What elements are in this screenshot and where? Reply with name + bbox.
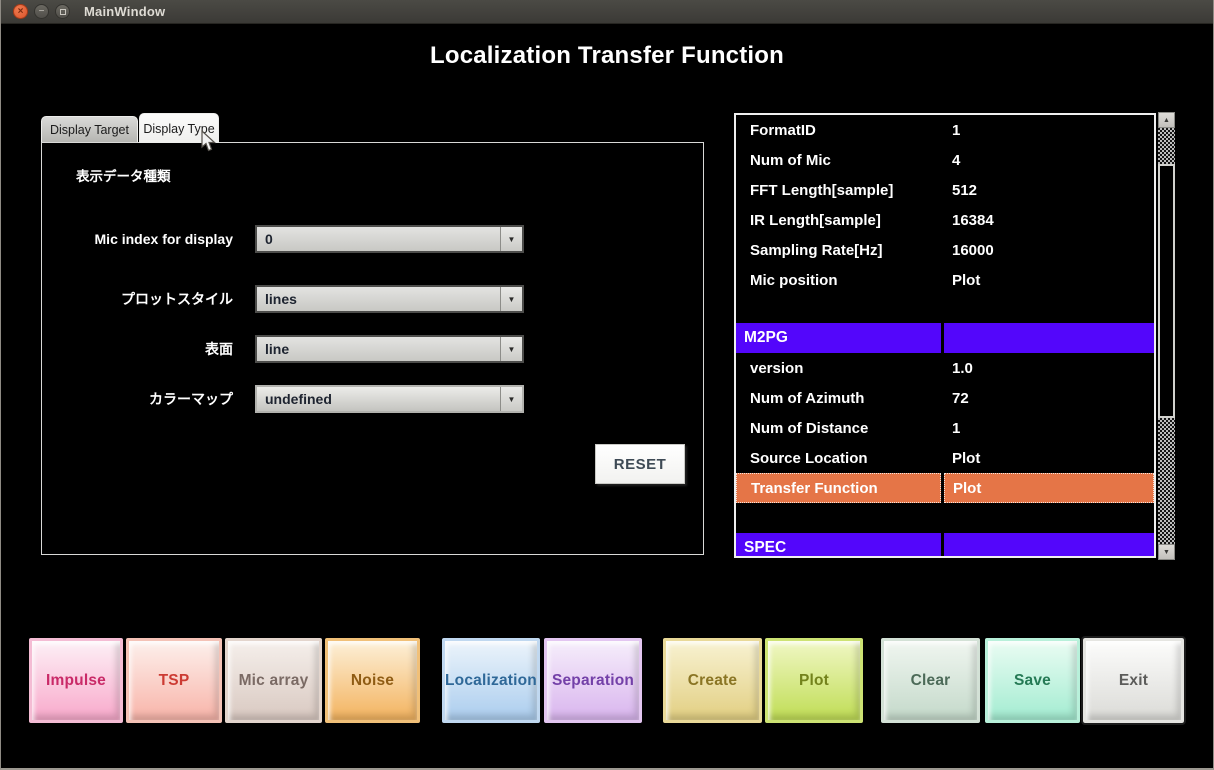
table-row[interactable]: IR Length[sample]16384 [736, 205, 1154, 235]
table-row[interactable]: Num of Azimuth72 [736, 383, 1154, 413]
form-row-mic-index: Mic index for display 0 ▼ [42, 225, 703, 253]
display-type-panel: 表示データ種類 Mic index for display 0 ▼ プロットスタ… [41, 142, 704, 555]
chevron-down-icon: ▼ [508, 395, 516, 404]
row-label: Num of Mic [736, 145, 941, 175]
table-row[interactable]: Num of Mic4 [736, 145, 1154, 175]
row-label: Mic position [736, 265, 941, 295]
table-row[interactable]: Num of Distance1 [736, 413, 1154, 443]
table-row[interactable]: Sampling Rate[Hz]16000 [736, 235, 1154, 265]
localization-button[interactable]: Localization [442, 638, 540, 723]
triangle-up-icon: ▲ [1163, 117, 1170, 124]
form-row-colormap: カラーマップ undefined ▼ [42, 385, 703, 413]
maximize-button[interactable] [55, 4, 70, 19]
scroll-down-button[interactable]: ▼ [1158, 544, 1175, 560]
plot-style-label: プロットスタイル [121, 285, 233, 313]
table-scrollbar: ▲ ▼ [1158, 112, 1175, 560]
row-value: 16000 [944, 235, 1154, 265]
tsp-button[interactable]: TSP [126, 638, 222, 723]
triangle-down-icon: ▼ [1163, 549, 1170, 556]
table-row[interactable]: version1.0 [736, 353, 1154, 383]
surface-dropdown[interactable]: line ▼ [255, 335, 524, 363]
row-value: Plot [944, 265, 1154, 295]
chevron-down-icon: ▼ [508, 235, 516, 244]
maximize-icon [60, 9, 66, 15]
row-label: Num of Distance [736, 413, 941, 443]
separation-button[interactable]: Separation [544, 638, 642, 723]
form-row-surface: 表面 line ▼ [42, 335, 703, 363]
clear-button[interactable]: Clear [881, 638, 980, 723]
table-row[interactable]: FormatID1 [736, 115, 1154, 145]
reset-button[interactable]: RESET [595, 444, 685, 484]
scrollbar-thumb[interactable] [1158, 164, 1175, 418]
mic-index-value: 0 [257, 231, 500, 247]
create-button[interactable]: Create [663, 638, 762, 723]
row-value: 1.0 [944, 353, 1154, 383]
dropdown-arrow-button[interactable]: ▼ [500, 287, 522, 311]
row-label: Source Location [736, 443, 941, 473]
window-title: MainWindow [84, 4, 165, 19]
row-label: Sampling Rate[Hz] [736, 235, 941, 265]
mic-index-label: Mic index for display [95, 225, 233, 253]
save-button[interactable]: Save [985, 638, 1080, 723]
table-row[interactable]: FFT Length[sample]512 [736, 175, 1154, 205]
tab-display-type[interactable]: Display Type [139, 113, 219, 143]
tab-display-target[interactable]: Display Target [41, 116, 138, 143]
row-value: 4 [944, 145, 1154, 175]
dropdown-arrow-button[interactable]: ▼ [500, 227, 522, 251]
dropdown-arrow-button[interactable]: ▼ [500, 337, 522, 361]
page-title: Localization Transfer Function [1, 42, 1213, 70]
row-value: 1 [944, 115, 1154, 145]
section-title: SPEC [736, 533, 941, 558]
section-label: 表示データ種類 [76, 165, 171, 185]
mic-array-button[interactable]: Mic array [225, 638, 322, 723]
row-value: 1 [944, 413, 1154, 443]
main-window: × − MainWindow Localization Transfer Fun… [0, 0, 1214, 770]
chevron-down-icon: ▼ [508, 295, 516, 304]
colormap-value: undefined [257, 391, 500, 407]
row-label: version [736, 353, 941, 383]
plot-style-dropdown[interactable]: lines ▼ [255, 285, 524, 313]
colormap-label: カラーマップ [149, 385, 233, 413]
table-row[interactable]: Mic positionPlot [736, 265, 1154, 295]
mic-index-dropdown[interactable]: 0 ▼ [255, 225, 524, 253]
row-value: 72 [944, 383, 1154, 413]
info-table: FormatID1 Num of Mic4 FFT Length[sample]… [734, 113, 1156, 558]
row-label: FFT Length[sample] [736, 175, 941, 205]
minimize-button[interactable]: − [34, 4, 49, 19]
row-value: Plot [944, 473, 1154, 503]
table-section-header-m2pg[interactable]: M2PG [736, 323, 1154, 353]
row-value: 512 [944, 175, 1154, 205]
scrollbar-track[interactable] [1158, 128, 1175, 544]
table-row-selected[interactable]: Transfer FunctionPlot [736, 473, 1154, 503]
row-label: FormatID [736, 115, 941, 145]
surface-value: line [257, 341, 500, 357]
section-title: M2PG [736, 323, 941, 353]
noise-button[interactable]: Noise [325, 638, 420, 723]
plot-style-value: lines [257, 291, 500, 307]
surface-label: 表面 [205, 335, 233, 363]
titlebar: × − MainWindow [1, 0, 1213, 24]
table-section-header-spec[interactable]: SPEC [736, 533, 1154, 558]
plot-button[interactable]: Plot [765, 638, 863, 723]
exit-button[interactable]: Exit [1083, 638, 1184, 723]
row-value [944, 533, 1154, 558]
row-value: 16384 [944, 205, 1154, 235]
row-value [944, 323, 1154, 353]
table-row[interactable]: Source LocationPlot [736, 443, 1154, 473]
row-label: Num of Azimuth [736, 383, 941, 413]
dropdown-arrow-button[interactable]: ▼ [500, 387, 522, 411]
table-spacer-row [736, 503, 1154, 533]
table-spacer-row [736, 295, 1154, 323]
form-row-plot-style: プロットスタイル lines ▼ [42, 285, 703, 313]
row-label: Transfer Function [736, 473, 941, 503]
close-button[interactable]: × [13, 4, 28, 19]
scroll-up-button[interactable]: ▲ [1158, 112, 1175, 128]
colormap-dropdown[interactable]: undefined ▼ [255, 385, 524, 413]
row-value: Plot [944, 443, 1154, 473]
row-label: IR Length[sample] [736, 205, 941, 235]
chevron-down-icon: ▼ [508, 345, 516, 354]
impulse-button[interactable]: Impulse [29, 638, 123, 723]
